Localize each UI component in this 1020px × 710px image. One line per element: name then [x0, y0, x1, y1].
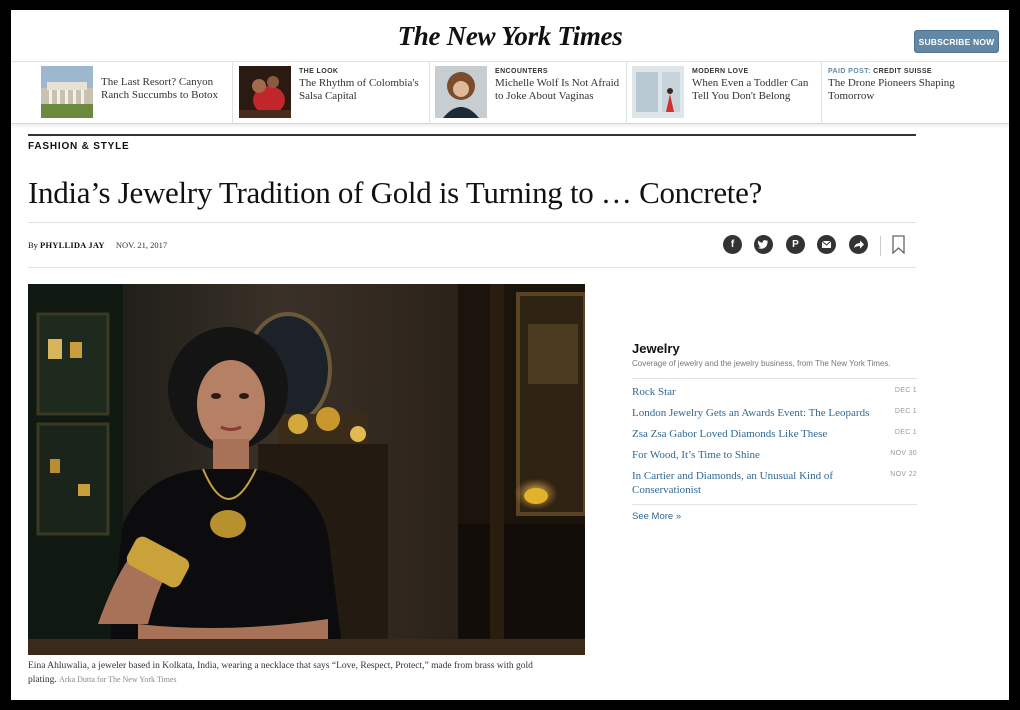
list-item[interactable]: London Jewelry Gets an Awards Event: The…	[632, 406, 917, 420]
share-icon[interactable]	[849, 235, 868, 254]
ribbon-thumbnail-modern-love	[632, 66, 684, 118]
article-headline: India’s Jewelry Tradition of Gold is Tur…	[28, 175, 763, 210]
sidebar-date: DEC 1	[894, 387, 917, 394]
sidebar-date: DEC 1	[894, 429, 917, 436]
photo-credit: Arka Dutta for The New York Times	[59, 675, 177, 684]
ribbon-headline[interactable]: The Last Resort? Canyon Ranch Succumbs t…	[101, 76, 229, 102]
ribbon-thumbnail-salsa	[239, 66, 291, 118]
story-ribbon: The Last Resort? Canyon Ranch Succumbs t…	[11, 62, 1009, 124]
sidebar-link[interactable]: Rock Star	[632, 385, 877, 399]
ribbon-item[interactable]: MODERN LOVE When Even a Toddler Can Tell…	[627, 62, 822, 124]
sidebar-date: NOV 22	[890, 471, 917, 478]
list-item[interactable]: In Cartier and Diamonds, an Unusual Kind…	[632, 469, 917, 497]
ribbon-kicker: THE LOOK	[299, 68, 339, 75]
ribbon-kicker: ENCOUNTERS	[495, 68, 549, 75]
divider	[28, 267, 916, 268]
paid-post-label: PAID POST:	[828, 68, 871, 75]
sidebar-description: Coverage of jewelry and the jewelry busi…	[632, 359, 891, 368]
page: The New York Times SUBSCRIBE NOW The Las…	[11, 10, 1009, 700]
ribbon-headline[interactable]: Michelle Wolf Is Not Afraid to Joke Abou…	[495, 77, 623, 103]
photo-caption: Eina Ahluwalia, a jeweler based in Kolka…	[28, 660, 548, 687]
publish-date: NOV. 21, 2017	[115, 240, 168, 250]
facebook-icon[interactable]: f	[723, 235, 742, 254]
byline-prefix: By	[28, 240, 38, 250]
section-label[interactable]: FASHION & STYLE	[28, 141, 129, 152]
nyt-logo[interactable]: The New York Times	[11, 21, 1009, 52]
sponsor-label: CREDIT SUISSE	[873, 68, 933, 75]
ribbon-item[interactable]: The Last Resort? Canyon Ranch Succumbs t…	[37, 62, 233, 124]
list-item[interactable]: Rock Star DEC 1	[632, 385, 917, 399]
sidebar-link[interactable]: Zsa Zsa Gabor Loved Diamonds Like These	[632, 427, 877, 441]
ribbon-headline[interactable]: When Even a Toddler Can Tell You Don't B…	[692, 77, 817, 103]
sidebar-date: DEC 1	[894, 408, 917, 415]
divider	[28, 222, 916, 223]
list-item[interactable]: Zsa Zsa Gabor Loved Diamonds Like These …	[632, 427, 917, 441]
divider	[880, 236, 881, 256]
sidebar-title[interactable]: Jewelry	[632, 341, 917, 356]
sidebar-list: Rock Star DEC 1 London Jewelry Gets an A…	[632, 378, 917, 497]
ribbon-item-paid-post[interactable]: PAID POST: CREDIT SUISSE The Drone Pione…	[822, 62, 1009, 124]
sidebar-link[interactable]: London Jewelry Gets an Awards Event: The…	[632, 406, 877, 420]
list-item[interactable]: For Wood, It’s Time to Shine NOV 30	[632, 448, 917, 462]
ribbon-item[interactable]: ENCOUNTERS Michelle Wolf Is Not Afraid t…	[430, 62, 627, 124]
sidebar-link[interactable]: For Wood, It’s Time to Shine	[632, 448, 877, 462]
subscribe-button[interactable]: SUBSCRIBE NOW	[914, 30, 999, 53]
sidebar-link[interactable]: In Cartier and Diamonds, an Unusual Kind…	[632, 469, 877, 497]
email-icon[interactable]	[817, 235, 836, 254]
ribbon-thumbnail-resort	[41, 66, 93, 118]
ribbon-headline[interactable]: The Drone Pioneers Shaping Tomorrow	[828, 77, 978, 103]
article-photo	[28, 284, 585, 655]
ribbon-kicker: PAID POST: CREDIT SUISSE	[828, 68, 932, 75]
twitter-icon[interactable]	[754, 235, 773, 254]
byline: By PHYLLIDA JAY NOV. 21, 2017	[28, 240, 167, 250]
section-rule	[28, 134, 916, 136]
see-more-link[interactable]: See More »	[632, 504, 917, 522]
bookmark-icon[interactable]	[892, 235, 905, 254]
jewelry-sidebar: Jewelry Coverage of jewelry and the jewe…	[632, 341, 917, 522]
pinterest-icon[interactable]: P	[786, 235, 805, 254]
ribbon-headline[interactable]: The Rhythm of Colombia's Salsa Capital	[299, 77, 427, 103]
ribbon-item[interactable]: THE LOOK The Rhythm of Colombia's Salsa …	[233, 62, 430, 124]
ribbon-thumbnail-portrait	[435, 66, 487, 118]
sidebar-date: NOV 30	[890, 450, 917, 457]
masthead: The New York Times SUBSCRIBE NOW	[11, 10, 1009, 62]
author-name[interactable]: PHYLLIDA JAY	[40, 240, 105, 250]
ribbon-kicker: MODERN LOVE	[692, 68, 749, 75]
